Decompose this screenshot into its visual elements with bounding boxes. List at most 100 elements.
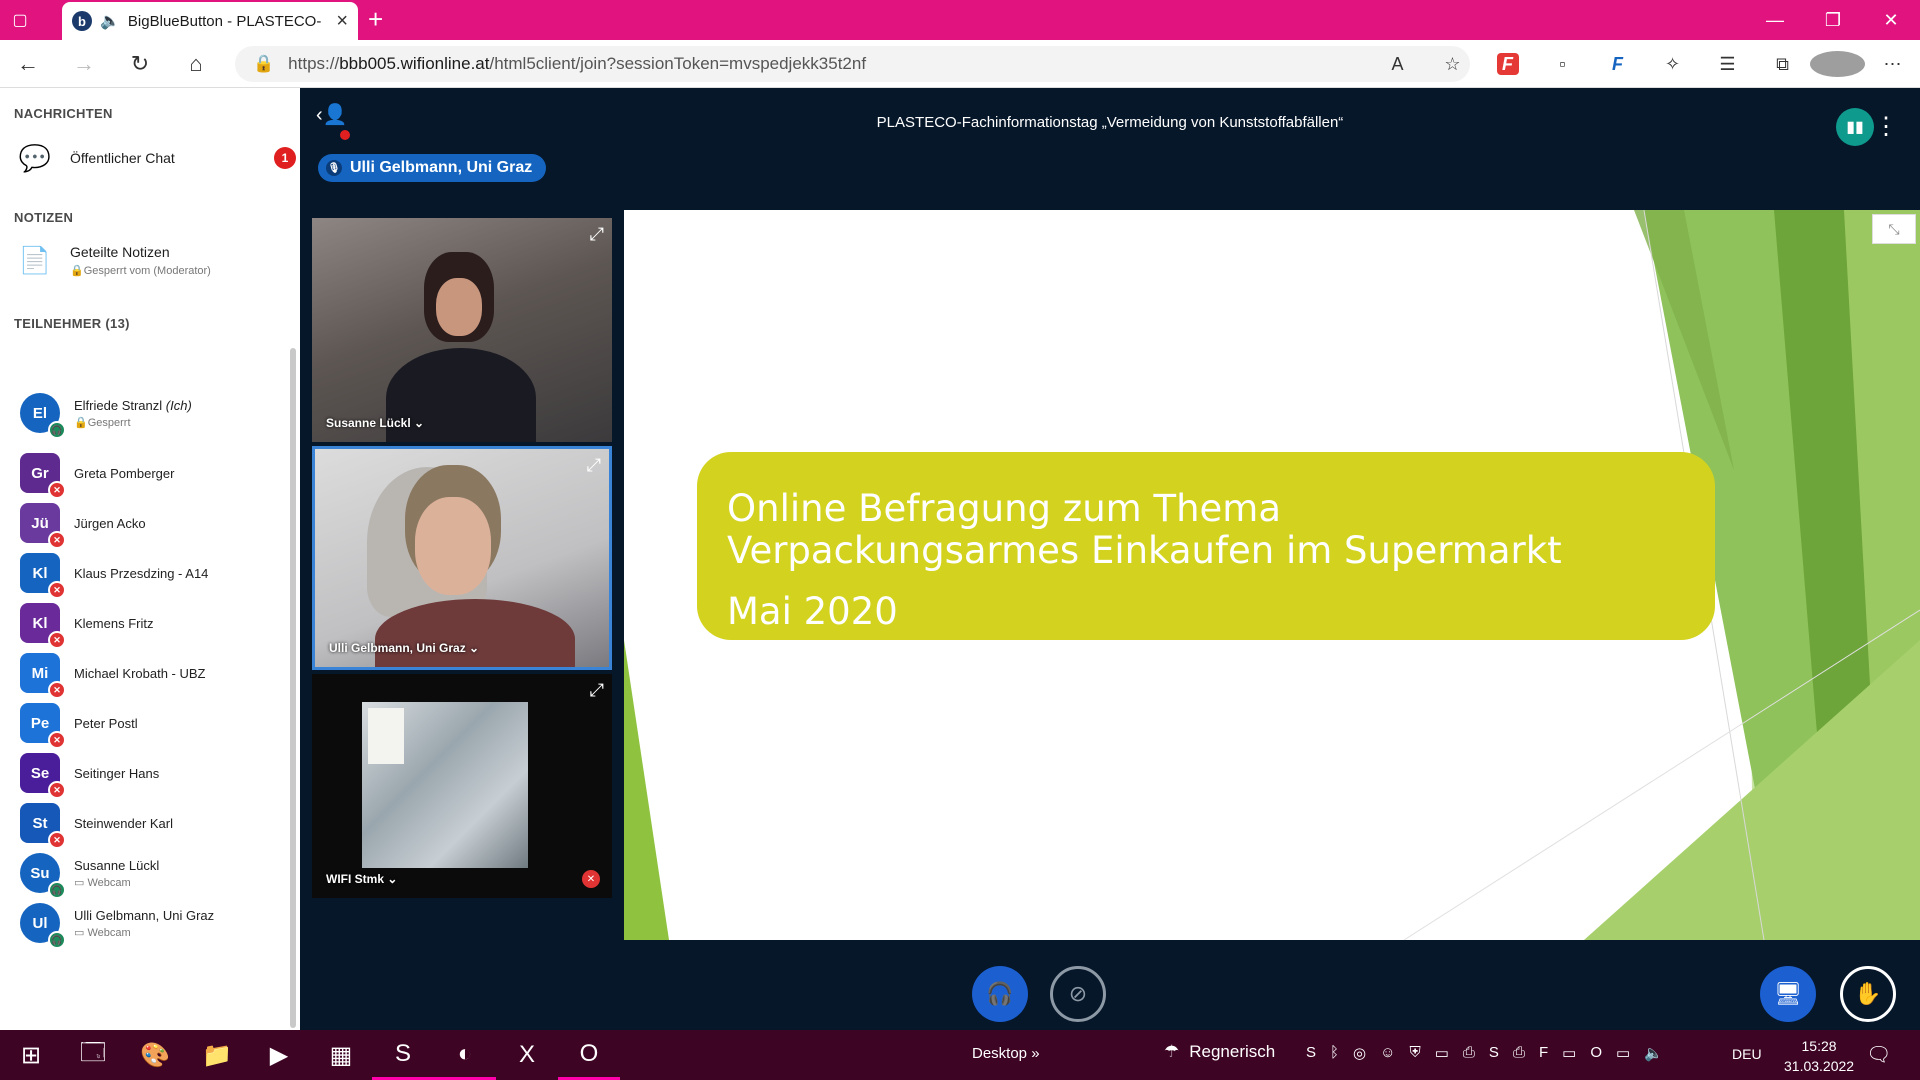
close-tab-icon[interactable]: × bbox=[336, 10, 348, 33]
participant-status-text: Webcam bbox=[87, 926, 131, 939]
read-aloud-icon[interactable]: A bbox=[1370, 54, 1425, 75]
participant-name-block: Greta Pomberger bbox=[74, 466, 174, 481]
video-tile-wifi[interactable]: ⤢ WIFI Stmk ⌄ ✕ bbox=[312, 674, 612, 898]
avatar: Se ✕ bbox=[20, 753, 66, 799]
lock-icon[interactable]: 🔒 bbox=[253, 54, 274, 74]
language-indicator[interactable]: DEU bbox=[1732, 1046, 1762, 1062]
expand-video-icon[interactable]: ⤢ bbox=[590, 680, 604, 701]
volume-icon[interactable]: 🔈 bbox=[1644, 1044, 1663, 1062]
raise-hand-button[interactable]: ✋ bbox=[1840, 966, 1896, 1022]
video-name-label[interactable]: Ulli Gelbmann, Uni Graz ⌄ bbox=[329, 641, 479, 655]
app-pin-2-icon[interactable]: 🎨 bbox=[124, 1030, 186, 1080]
windows-start-icon[interactable]: ⊞ bbox=[0, 1030, 62, 1080]
url-field[interactable]: 🔒 https://bbb005.wifionline.at/html5clie… bbox=[235, 46, 1470, 82]
video-tile-susanne[interactable]: ⤢ Susanne Lückl ⌄ bbox=[312, 218, 612, 442]
outlook-icon[interactable]: O bbox=[558, 1030, 620, 1080]
extensions-icon[interactable]: ✧ bbox=[1645, 54, 1700, 75]
participant-name: Susanne Lückl bbox=[74, 857, 160, 873]
profile-icon[interactable] bbox=[1810, 51, 1865, 77]
video-name-label[interactable]: WIFI Stmk ⌄ bbox=[326, 872, 397, 886]
desktop-toolbar-label[interactable]: Desktop » bbox=[972, 1045, 1040, 1062]
participant-name-block: Ulli Gelbmann, Uni Graz ▭ Webcam bbox=[74, 908, 214, 939]
new-tab-button[interactable]: + bbox=[368, 6, 383, 32]
connection-status-icon[interactable]: ▮▮ bbox=[1836, 108, 1874, 146]
add-favorite-icon[interactable]: ☆ bbox=[1425, 54, 1480, 75]
bluetooth-icon[interactable]: ᛒ bbox=[1330, 1044, 1339, 1062]
expand-video-icon[interactable]: ⤢ bbox=[590, 224, 604, 245]
sidebar: NACHRICHTEN 💬 Öffentlicher Chat 1 NOTIZE… bbox=[0, 88, 300, 1030]
weather-widget[interactable]: ☂ Regnerisch bbox=[1164, 1042, 1275, 1062]
back-icon[interactable]: ← bbox=[0, 40, 56, 88]
public-chat-item[interactable]: 💬 Öffentlicher Chat 1 bbox=[0, 138, 300, 178]
collections-icon[interactable]: ⧉ bbox=[1755, 54, 1810, 75]
clock[interactable]: 15:28 31.03.2022 bbox=[1784, 1036, 1854, 1076]
unread-badge: 1 bbox=[274, 147, 296, 169]
participant-item[interactable]: Ul 🎧 Ulli Gelbmann, Uni Graz ▭ Webcam bbox=[0, 892, 290, 954]
battery-icon[interactable]: ▭ bbox=[1616, 1044, 1630, 1062]
talking-indicator[interactable]: 🎙 Ulli Gelbmann, Uni Graz bbox=[318, 154, 547, 182]
participant-item[interactable]: El 🎧 Elfriede Stranzl (Ich) 🔒Gesperrt bbox=[0, 382, 290, 444]
video-tile-ulli[interactable]: ⤢ Ulli Gelbmann, Uni Graz ⌄ bbox=[312, 446, 612, 670]
home-icon[interactable]: ⌂ bbox=[168, 40, 224, 88]
options-menu-icon[interactable]: ⋮ bbox=[1874, 112, 1898, 142]
small-lock-icon: 🔒 bbox=[70, 264, 84, 277]
avatar: Pe ✕ bbox=[20, 703, 66, 749]
calculator-icon[interactable]: ▦ bbox=[310, 1030, 372, 1080]
tray-people-icon[interactable]: ☺ bbox=[1380, 1044, 1395, 1062]
excel-icon[interactable]: X bbox=[496, 1030, 558, 1080]
tray-app-icon[interactable]: ◎ bbox=[1353, 1044, 1366, 1062]
tray-printer-icon[interactable]: ⎙ bbox=[1513, 1044, 1525, 1062]
tray-f-icon[interactable]: F bbox=[1539, 1044, 1548, 1062]
browser-tab[interactable]: b 🔈 BigBlueButton - PLASTECO- × bbox=[62, 2, 358, 40]
tray-monitor-icon[interactable]: ▭ bbox=[1435, 1044, 1449, 1062]
video-name-label[interactable]: Susanne Lückl ⌄ bbox=[326, 416, 424, 430]
avatar: Kl ✕ bbox=[20, 603, 66, 649]
tray-skype-icon[interactable]: S bbox=[1489, 1044, 1499, 1062]
close-window-icon[interactable]: ✕ bbox=[1862, 0, 1920, 40]
speaker-icon[interactable]: 🔈 bbox=[100, 11, 120, 31]
participant-name: Peter Postl bbox=[74, 715, 138, 731]
favorites-icon[interactable]: ☰ bbox=[1700, 54, 1755, 75]
extension-f-icon[interactable]: F bbox=[1480, 53, 1535, 75]
presentation-toggle-button[interactable]: 🖥 bbox=[1760, 966, 1816, 1022]
tab-actions-icon[interactable]: ▢ bbox=[0, 0, 40, 40]
media-player-icon[interactable]: ▶ bbox=[248, 1030, 310, 1080]
umbrella-icon: ☂ bbox=[1164, 1042, 1180, 1061]
audio-listen-icon: 🎧 bbox=[48, 421, 66, 439]
more-icon[interactable]: ⋯ bbox=[1865, 54, 1920, 75]
refresh-icon[interactable]: ↻ bbox=[112, 40, 168, 88]
file-explorer-icon[interactable]: 📁 bbox=[186, 1030, 248, 1080]
notes-locked-label: Gesperrt vom (Moderator) bbox=[83, 264, 211, 277]
fullscreen-slide-icon[interactable]: ⤡ bbox=[1872, 214, 1916, 244]
audio-headset-button[interactable]: 🎧 bbox=[972, 966, 1028, 1022]
url-host: bbb005.wifionline.at bbox=[339, 54, 490, 73]
forward-icon[interactable]: → bbox=[56, 40, 112, 88]
notification-center-icon[interactable]: 🗨 bbox=[1866, 1042, 1891, 1067]
participant-name-block: Peter Postl bbox=[74, 716, 138, 731]
video-bale-image bbox=[362, 702, 528, 868]
skype-icon[interactable]: S bbox=[372, 1030, 434, 1080]
minimize-icon[interactable]: — bbox=[1746, 0, 1804, 40]
url-scheme: https:// bbox=[288, 54, 340, 73]
messages-section-title: NACHRICHTEN bbox=[14, 106, 113, 121]
security-icon[interactable]: ⛨ bbox=[1409, 1044, 1420, 1062]
notes-locked-line: 🔒Gesperrt vom (Moderator) bbox=[70, 264, 211, 277]
expand-video-icon[interactable]: ⤢ bbox=[587, 455, 601, 476]
sidebar-scrollbar[interactable] bbox=[290, 348, 296, 1028]
participant-name-block: Seitinger Hans bbox=[74, 766, 159, 781]
extension-blank-icon[interactable]: ▫ bbox=[1535, 54, 1590, 75]
tray-outlook-icon[interactable]: O bbox=[1590, 1044, 1602, 1062]
shared-notes-item[interactable]: 📄 Geteilte Notizen 🔒Gesperrt vom (Modera… bbox=[0, 234, 300, 286]
weather-label: Regnerisch bbox=[1189, 1042, 1276, 1061]
avatar: Mi ✕ bbox=[20, 653, 66, 699]
tab-title: BigBlueButton - PLASTECO- bbox=[127, 12, 322, 30]
tray-display-icon[interactable]: ▭ bbox=[1562, 1044, 1576, 1062]
edge-icon[interactable]: ◐ bbox=[434, 1030, 496, 1080]
tray-s-icon[interactable]: S bbox=[1306, 1044, 1316, 1062]
app-pin-1-icon[interactable]: 🗔 bbox=[62, 1030, 124, 1080]
talker-name: Ulli Gelbmann, Uni Graz bbox=[350, 159, 533, 176]
tray-print-icon[interactable]: ⎙ bbox=[1463, 1044, 1475, 1062]
restore-icon[interactable]: ❐ bbox=[1804, 0, 1862, 40]
camera-off-button[interactable]: ⊘ bbox=[1050, 966, 1106, 1022]
extension-f-blue-icon[interactable]: F bbox=[1590, 54, 1645, 75]
